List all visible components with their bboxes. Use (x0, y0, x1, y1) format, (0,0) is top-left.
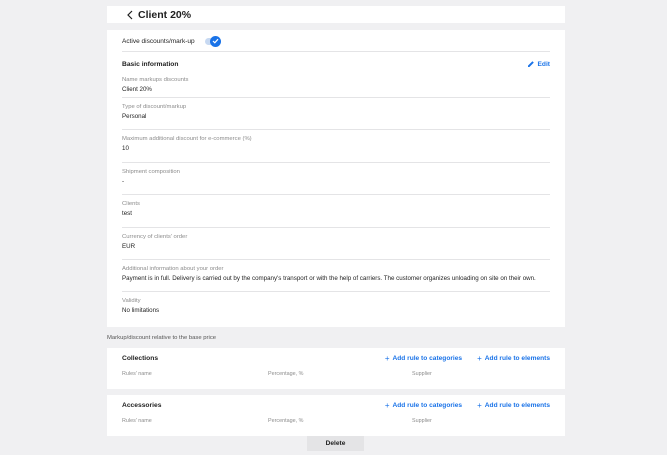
field-clients: Clients test (122, 195, 550, 228)
add-rule-categories-button[interactable]: + Add rule to categories (385, 354, 462, 363)
add-rule-elements-button[interactable]: + Add rule to elements (477, 354, 550, 363)
column-header-supplier: Supplier (412, 371, 432, 377)
page-header: Client 20% (107, 6, 565, 23)
field-currency: Currency of clients' order EUR (122, 228, 550, 260)
basic-info-title: Basic information (122, 60, 179, 68)
field-additional-info: Additional information about your order … (122, 260, 550, 293)
markup-section-caption: Markup/discount relative to the base pri… (107, 335, 217, 341)
field-value: Personal (122, 113, 147, 120)
delete-button[interactable]: Delete (307, 436, 364, 451)
field-label: Maximum additional discount for e-commer… (122, 136, 252, 143)
field-value: Client 20% (122, 86, 152, 93)
field-max-discount: Maximum additional discount for e-commer… (122, 130, 550, 163)
column-header-rules-name: Rules' name (122, 371, 152, 377)
field-type: Type of discount/markup Personal (122, 98, 550, 131)
page-title: Client 20% (138, 8, 192, 21)
field-value: EUR (122, 242, 136, 250)
field-validity: Validity No limitations (122, 292, 550, 324)
field-label: Additional information about your order (122, 265, 224, 272)
field-value: No limitations (122, 307, 160, 315)
add-rule-elements-label: Add rule to elements (484, 401, 550, 409)
basic-info-header: Basic information Edit (122, 52, 550, 76)
edit-button[interactable]: Edit (527, 60, 550, 68)
active-toggle-label: Active discounts/mark-up (122, 37, 195, 45)
rules-table-header: Rules' name Percentage, % Supplier (122, 368, 550, 382)
edit-button-label: Edit (537, 60, 550, 68)
column-header-percentage: Percentage, % (268, 418, 304, 424)
column-header-rules-name: Rules' name (122, 418, 152, 424)
rules-card-collections: Collections + Add rule to categories + A… (107, 348, 565, 389)
field-label: Name markups discounts (122, 77, 189, 83)
field-value: Payment is in full. Delivery is carried … (122, 274, 536, 282)
field-value: - (122, 177, 125, 185)
plus-icon: + (477, 400, 482, 410)
add-rule-categories-label: Add rule to categories (392, 401, 463, 409)
field-label: Type of discount/markup (122, 104, 187, 110)
field-name: Name markups discounts Client 20% (122, 76, 550, 98)
field-label: Clients (122, 201, 141, 208)
rules-card-title: Collections (122, 354, 159, 362)
basic-info-card: Active discounts/mark-up Basic informati… (107, 30, 565, 327)
rules-card-accessories: Accessories + Add rule to categories + A… (107, 395, 565, 436)
active-toggle[interactable] (204, 35, 221, 47)
add-rule-categories-label: Add rule to categories (392, 354, 463, 362)
rules-card-title: Accessories (122, 401, 162, 409)
field-label: Validity (122, 298, 141, 305)
field-label: Shipment composition (122, 168, 180, 175)
column-header-percentage: Percentage, % (268, 371, 304, 377)
plus-icon: + (384, 400, 390, 410)
column-header-supplier: Supplier (412, 418, 432, 424)
plus-icon: + (384, 353, 390, 363)
add-rule-elements-button[interactable]: + Add rule to elements (477, 401, 550, 410)
field-value: test (122, 210, 132, 218)
chevron-left-icon[interactable] (125, 9, 134, 21)
rules-table-header: Rules' name Percentage, % Supplier (122, 415, 550, 429)
pencil-icon (527, 61, 534, 67)
add-rule-elements-label: Add rule to elements (484, 354, 550, 362)
field-label: Currency of clients' order (122, 233, 188, 240)
add-rule-categories-button[interactable]: + Add rule to categories (385, 401, 462, 410)
active-toggle-row: Active discounts/mark-up (122, 31, 550, 52)
plus-icon: + (477, 353, 482, 363)
field-value: 10 (122, 145, 129, 153)
field-shipment: Shipment composition - (122, 163, 550, 196)
check-icon (209, 35, 221, 47)
